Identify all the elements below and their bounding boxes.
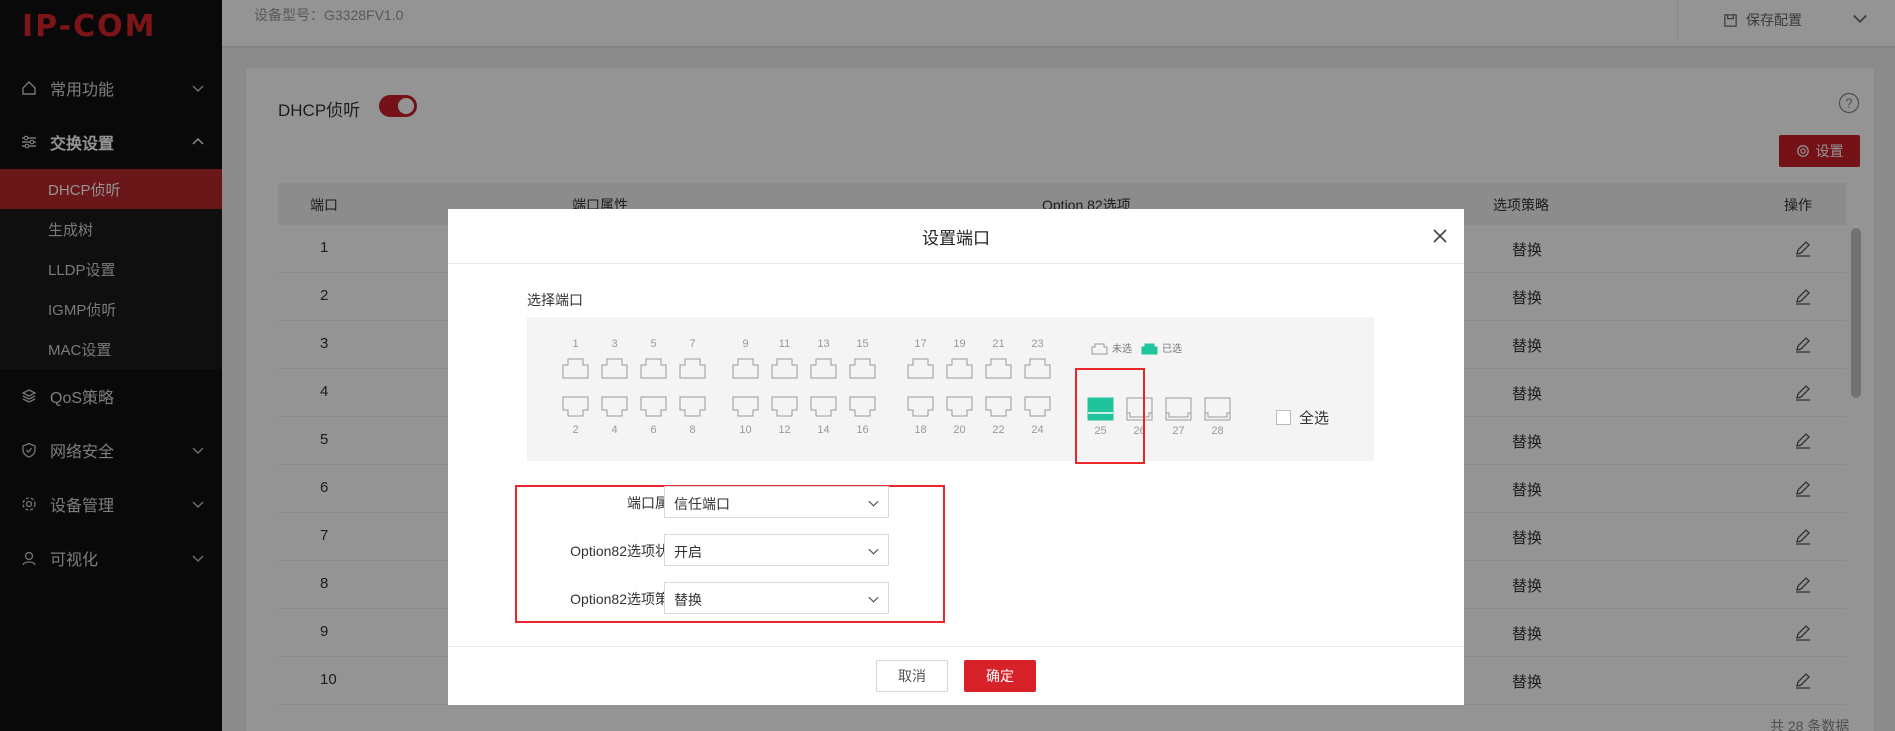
legend-unselected: 未选 — [1091, 340, 1132, 355]
port-number-label: 14 — [817, 424, 830, 436]
port-15[interactable] — [849, 355, 876, 379]
port-17[interactable] — [907, 355, 934, 379]
port-23[interactable] — [1024, 355, 1051, 379]
port-number-label: 20 — [953, 424, 966, 436]
dialog-footer: 取消 确定 — [448, 646, 1464, 705]
port-11[interactable] — [771, 355, 798, 379]
port-28[interactable] — [1204, 397, 1231, 421]
port-panel: 未选 已选 全选 1 3 5 7 9 11 13 15 17 19 21 23 2 4 6 8 10 12 14 16… — [527, 317, 1374, 461]
port-14[interactable] — [810, 396, 837, 420]
port-number-label: 11 — [778, 338, 791, 350]
form-row-port-attribute: 端口属性 信任端口 — [527, 486, 927, 518]
port-number-label: 2 — [572, 424, 579, 436]
port-number-label: 8 — [689, 424, 696, 436]
port-unselected-icon — [1091, 343, 1108, 354]
close-icon[interactable] — [1430, 226, 1450, 246]
port-attribute-select[interactable]: 信任端口 — [664, 486, 889, 518]
port-18[interactable] — [907, 396, 934, 420]
port-number-label: 3 — [611, 338, 618, 350]
port-number-label: 6 — [650, 424, 657, 436]
confirm-button[interactable]: 确定 — [964, 660, 1036, 692]
select-all-label: 全选 — [1299, 410, 1330, 427]
port-1[interactable] — [562, 355, 589, 379]
dialog-title: 设置端口 — [448, 209, 1464, 264]
port-number-label: 21 — [992, 338, 1005, 350]
legend-selected-label: 已选 — [1162, 344, 1182, 355]
option82-policy-value: 替换 — [674, 592, 702, 608]
port-21[interactable] — [985, 355, 1012, 379]
port-number-label: 18 — [914, 424, 927, 436]
highlight-box-port — [1075, 368, 1145, 464]
port-number-label: 24 — [1031, 424, 1044, 436]
legend-selected: 已选 — [1141, 340, 1182, 355]
port-12[interactable] — [771, 396, 798, 420]
port-24[interactable] — [1024, 396, 1051, 420]
port-19[interactable] — [946, 355, 973, 379]
port-number-label: 5 — [650, 338, 657, 350]
port-2[interactable] — [562, 396, 589, 420]
form-row-option82-status: Option82选项状态 开启 — [527, 534, 927, 566]
legend-unselected-label: 未选 — [1112, 344, 1132, 355]
port-16[interactable] — [849, 396, 876, 420]
port-13[interactable] — [810, 355, 837, 379]
port-number-label: 27 — [1172, 425, 1185, 437]
select-all-checkbox[interactable]: 全选 — [1276, 407, 1329, 428]
port-9[interactable] — [732, 355, 759, 379]
port-number-label: 10 — [739, 424, 752, 436]
set-port-dialog: 设置端口 选择端口 未选 已选 全选 1 3 5 7 9 11 13 15 17 19 21 23 2 4… — [448, 209, 1464, 705]
port-number-label: 7 — [689, 338, 696, 350]
port-27[interactable] — [1165, 397, 1192, 421]
form-row-option82-policy: Option82选项策略 替换 — [527, 582, 927, 614]
port-10[interactable] — [732, 396, 759, 420]
chevron-down-icon — [868, 548, 879, 555]
port-number-label: 23 — [1031, 338, 1044, 350]
port-number-label: 16 — [856, 424, 869, 436]
port-8[interactable] — [679, 396, 706, 420]
port-7[interactable] — [679, 355, 706, 379]
port-number-label: 22 — [992, 424, 1005, 436]
select-ports-label: 选择端口 — [527, 292, 583, 308]
port-number-label: 4 — [611, 424, 618, 436]
option82-status-value: 开启 — [674, 544, 702, 560]
port-number-label: 17 — [914, 338, 927, 350]
port-number-label: 19 — [953, 338, 966, 350]
port-22[interactable] — [985, 396, 1012, 420]
chevron-down-icon — [868, 500, 879, 507]
port-5[interactable] — [640, 355, 667, 379]
option82-status-select[interactable]: 开启 — [664, 534, 889, 566]
port-number-label: 1 — [572, 338, 579, 350]
chevron-down-icon — [868, 596, 879, 603]
port-number-label: 15 — [856, 338, 869, 350]
option82-policy-select[interactable]: 替换 — [664, 582, 889, 614]
port-3[interactable] — [601, 355, 628, 379]
port-number-label: 12 — [778, 424, 791, 436]
port-20[interactable] — [946, 396, 973, 420]
port-selected-icon — [1141, 343, 1158, 354]
checkbox-box — [1276, 410, 1291, 425]
port-number-label: 9 — [742, 338, 749, 350]
port-4[interactable] — [601, 396, 628, 420]
port-number-label: 13 — [817, 338, 830, 350]
cancel-button[interactable]: 取消 — [876, 660, 948, 692]
port-attribute-value: 信任端口 — [674, 496, 730, 512]
port-number-label: 28 — [1211, 425, 1224, 437]
port-6[interactable] — [640, 396, 667, 420]
